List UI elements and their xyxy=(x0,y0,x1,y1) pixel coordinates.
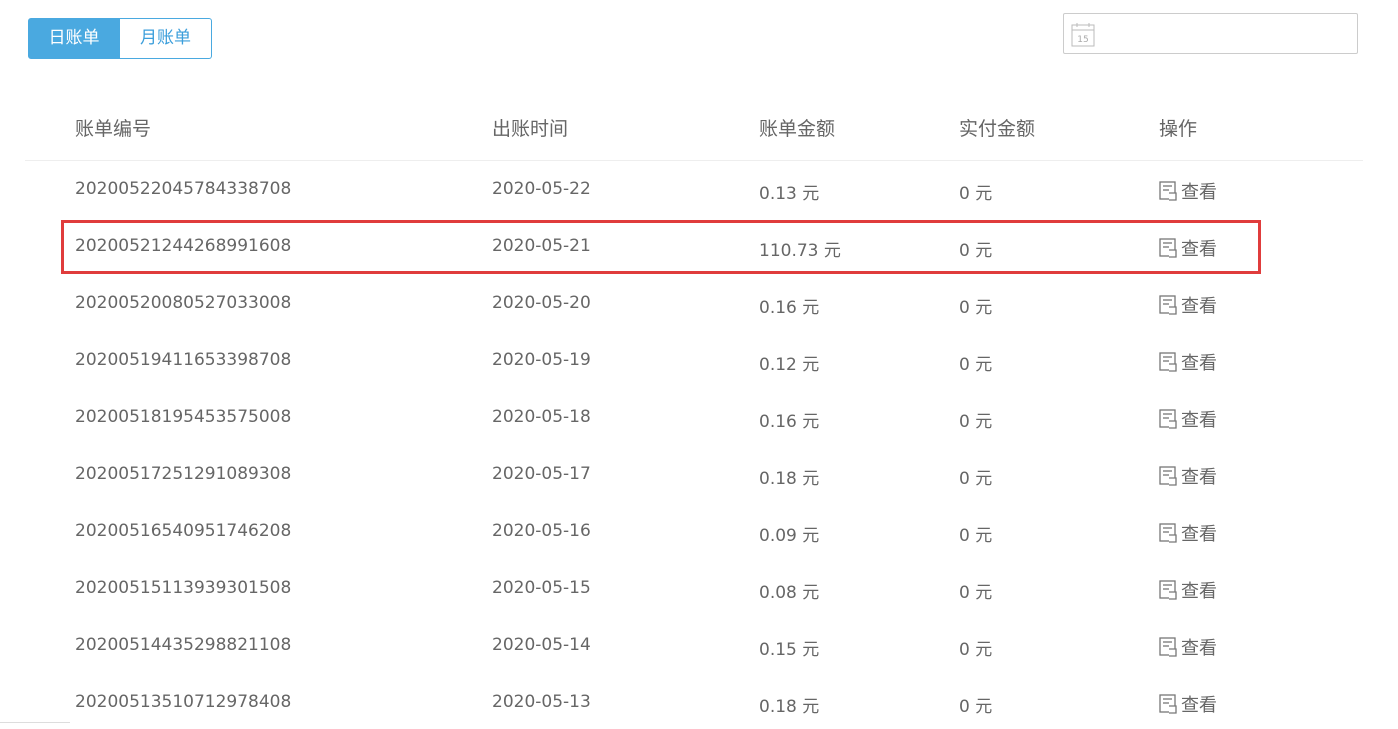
tab-monthly-bill[interactable]: 月账单 xyxy=(120,18,212,59)
table-header: 账单编号 出账时间 账单金额 实付金额 操作 xyxy=(25,97,1363,161)
view-button[interactable]: 查看 xyxy=(1159,691,1217,717)
view-label: 查看 xyxy=(1181,239,1217,260)
paid-amount: 0 元 xyxy=(959,697,993,717)
bill-date: 2020-05-16 xyxy=(492,521,591,541)
view-button[interactable]: 查看 xyxy=(1159,463,1217,489)
bill-table: 账单编号 出账时间 账单金额 实付金额 操作 20200522045784338… xyxy=(25,97,1363,729)
table-row: 20200519411653398708 2020-05-19 0.12 元 0… xyxy=(25,332,1363,389)
paid-amount: 0 元 xyxy=(959,241,993,261)
view-button[interactable]: 查看 xyxy=(1159,235,1217,261)
paid-amount: 0 元 xyxy=(959,526,993,546)
document-icon xyxy=(1159,523,1177,543)
view-label: 查看 xyxy=(1181,638,1217,659)
table-body: 20200522045784338708 2020-05-22 0.13 元 0… xyxy=(25,161,1363,729)
bill-amount: 0.13 元 xyxy=(759,184,820,204)
bill-number: 20200516540951746208 xyxy=(75,521,292,541)
bill-page: 日账单 月账单 15 账单编号 出账时间 账单金额 实付金额 操作 202005… xyxy=(0,0,1398,729)
bill-date: 2020-05-13 xyxy=(492,692,591,712)
paid-amount: 0 元 xyxy=(959,412,993,432)
bill-amount: 0.09 元 xyxy=(759,526,820,546)
bill-amount: 110.73 元 xyxy=(759,241,841,261)
date-input[interactable] xyxy=(1104,18,1353,51)
header-bill-amount: 账单金额 xyxy=(759,118,836,140)
view-button[interactable]: 查看 xyxy=(1159,406,1217,432)
bill-amount: 0.12 元 xyxy=(759,355,820,375)
view-button[interactable]: 查看 xyxy=(1159,349,1217,375)
table-row: 20200520080527033008 2020-05-20 0.16 元 0… xyxy=(25,275,1363,332)
calendar-icon: 15 xyxy=(1071,23,1095,47)
view-label: 查看 xyxy=(1181,695,1217,716)
bill-amount: 0.15 元 xyxy=(759,640,820,660)
table-row: 20200513510712978408 2020-05-13 0.18 元 0… xyxy=(25,674,1363,729)
view-label: 查看 xyxy=(1181,410,1217,431)
paid-amount: 0 元 xyxy=(959,583,993,603)
bill-date: 2020-05-15 xyxy=(492,578,591,598)
bill-amount: 0.18 元 xyxy=(759,469,820,489)
view-button[interactable]: 查看 xyxy=(1159,292,1217,318)
paid-amount: 0 元 xyxy=(959,640,993,660)
table-row: 20200521244268991608 2020-05-21 110.73 元… xyxy=(25,218,1363,275)
document-icon xyxy=(1159,295,1177,315)
view-button[interactable]: 查看 xyxy=(1159,520,1217,546)
document-icon xyxy=(1159,181,1177,201)
view-label: 查看 xyxy=(1181,524,1217,545)
header-paid-amount: 实付金额 xyxy=(959,118,1036,140)
table-row: 20200516540951746208 2020-05-16 0.09 元 0… xyxy=(25,503,1363,560)
bill-amount: 0.08 元 xyxy=(759,583,820,603)
bill-amount: 0.16 元 xyxy=(759,412,820,432)
date-picker[interactable]: 15 xyxy=(1063,13,1358,54)
view-label: 查看 xyxy=(1181,581,1217,602)
document-icon xyxy=(1159,238,1177,258)
bill-number: 20200520080527033008 xyxy=(75,293,292,313)
bill-date: 2020-05-18 xyxy=(492,407,591,427)
view-button[interactable]: 查看 xyxy=(1159,178,1217,204)
document-icon xyxy=(1159,694,1177,714)
bill-date: 2020-05-21 xyxy=(492,236,591,256)
bill-number: 20200519411653398708 xyxy=(75,350,292,370)
header-bill-no: 账单编号 xyxy=(75,118,152,140)
view-label: 查看 xyxy=(1181,353,1217,374)
bill-number: 20200514435298821108 xyxy=(75,635,292,655)
bill-number: 20200513510712978408 xyxy=(75,692,292,712)
bill-number: 20200522045784338708 xyxy=(75,179,292,199)
bill-number: 20200515113939301508 xyxy=(75,578,292,598)
bill-number: 20200518195453575008 xyxy=(75,407,292,427)
bill-date: 2020-05-20 xyxy=(492,293,591,313)
bill-amount: 0.16 元 xyxy=(759,298,820,318)
paid-amount: 0 元 xyxy=(959,184,993,204)
tab-daily-bill[interactable]: 日账单 xyxy=(28,18,120,59)
bill-number: 20200521244268991608 xyxy=(75,236,292,256)
bill-period-tabs: 日账单 月账单 xyxy=(28,18,212,59)
bill-amount: 0.18 元 xyxy=(759,697,820,717)
table-row: 20200518195453575008 2020-05-18 0.16 元 0… xyxy=(25,389,1363,446)
view-label: 查看 xyxy=(1181,467,1217,488)
view-button[interactable]: 查看 xyxy=(1159,634,1217,660)
paid-amount: 0 元 xyxy=(959,469,993,489)
document-icon xyxy=(1159,580,1177,600)
view-label: 查看 xyxy=(1181,182,1217,203)
document-icon xyxy=(1159,352,1177,372)
bill-date: 2020-05-17 xyxy=(492,464,591,484)
table-row: 20200517251291089308 2020-05-17 0.18 元 0… xyxy=(25,446,1363,503)
paid-amount: 0 元 xyxy=(959,355,993,375)
document-icon xyxy=(1159,637,1177,657)
bill-date: 2020-05-19 xyxy=(492,350,591,370)
divider xyxy=(0,722,70,723)
bill-number: 20200517251291089308 xyxy=(75,464,292,484)
calendar-day: 15 xyxy=(1077,35,1088,45)
table-row: 20200514435298821108 2020-05-14 0.15 元 0… xyxy=(25,617,1363,674)
table-row: 20200515113939301508 2020-05-15 0.08 元 0… xyxy=(25,560,1363,617)
bill-date: 2020-05-14 xyxy=(492,635,591,655)
header-action: 操作 xyxy=(1159,118,1198,140)
document-icon xyxy=(1159,409,1177,429)
view-label: 查看 xyxy=(1181,296,1217,317)
view-button[interactable]: 查看 xyxy=(1159,577,1217,603)
bill-date: 2020-05-22 xyxy=(492,179,591,199)
header-bill-date: 出账时间 xyxy=(492,118,569,140)
table-row: 20200522045784338708 2020-05-22 0.13 元 0… xyxy=(25,161,1363,218)
document-icon xyxy=(1159,466,1177,486)
paid-amount: 0 元 xyxy=(959,298,993,318)
